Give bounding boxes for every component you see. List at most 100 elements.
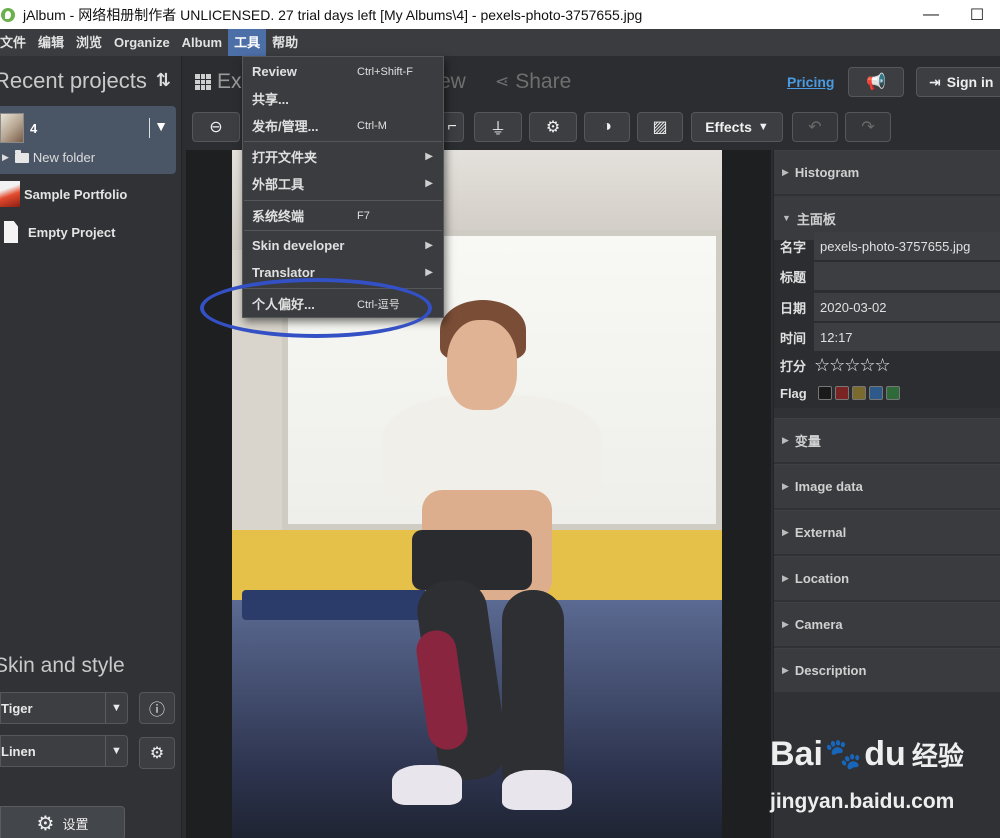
menu-item-label: Skin developer [252, 238, 345, 253]
menu-item-open-folder[interactable]: 打开文件夹 ▶ [243, 143, 443, 170]
menu-file[interactable]: 文件 [0, 29, 32, 56]
gear-icon: ⚙ [149, 745, 165, 762]
tab-explore[interactable]: Ex [195, 70, 242, 94]
field-name: 名字 pexels-photo-3757655.jpg [774, 231, 1000, 261]
menu-tools[interactable]: 工具 [228, 29, 267, 56]
section-label: Description [794, 663, 867, 678]
date-field[interactable]: 2020-03-02 [814, 293, 1000, 321]
section-camera[interactable]: ▶ Camera [774, 602, 1000, 646]
adjust-button[interactable]: ⚙ [529, 112, 577, 142]
flag-swatch[interactable] [852, 386, 866, 400]
chevron-down-icon[interactable]: ▼ [154, 118, 168, 134]
sort-arrows-icon[interactable]: ⇅ [156, 70, 171, 91]
image-icon: ▨ [652, 119, 668, 136]
menu-item-shortcut: Ctrl-逗号 [357, 298, 400, 311]
field-date: 日期 2020-03-02 [774, 292, 1000, 322]
menu-item-shortcut: Ctrl+Shift-F [357, 65, 413, 78]
tools-menu: Review Ctrl+Shift-F 共享... 发布/管理... Ctrl-… [242, 56, 444, 318]
straighten-button[interactable]: ⏚ [474, 112, 522, 142]
menu-browse[interactable]: 浏览 [70, 29, 108, 56]
pricing-link[interactable]: Pricing [787, 74, 834, 90]
menu-item-label: 系统终端 [252, 209, 305, 224]
style-value: Linen [1, 743, 36, 759]
expand-arrow-icon: ▶ [782, 619, 789, 629]
style-select[interactable]: Linen ▼ [0, 735, 128, 767]
minimize-button[interactable]: — [908, 6, 954, 24]
menu-item-publish-manage[interactable]: 发布/管理... Ctrl-M [243, 112, 443, 139]
expand-arrow-icon[interactable]: ▶ [2, 152, 9, 163]
flag-swatch[interactable] [869, 386, 883, 400]
selected-project[interactable]: 4 ▼ ▶ New folder [0, 106, 176, 174]
minus-circle-icon: ⊖ [209, 119, 223, 136]
section-histogram[interactable]: ▶ Histogram [774, 150, 1000, 194]
jalbum-logo-icon [1, 7, 15, 22]
left-panel: Recent projects ⇅ 4 ▼ ▶ New folder Sampl… [0, 56, 182, 838]
menu-edit[interactable]: 编辑 [32, 29, 70, 56]
menu-item-skin-developer[interactable]: Skin developer ▶ [243, 232, 443, 259]
sign-in-label: Sign in [946, 74, 994, 90]
remove-button[interactable]: ⊖ [192, 112, 240, 142]
tab-share[interactable]: ⋖ Share [495, 70, 571, 94]
section-location[interactable]: ▶ Location [774, 556, 1000, 600]
tab-share-label: Share [515, 70, 572, 93]
chevron-down-icon[interactable]: ▼ [105, 693, 127, 723]
undo-button[interactable]: ↶ [792, 112, 838, 142]
announcements-button[interactable]: 📢 [848, 67, 904, 97]
tab-explore-label: Ex [217, 70, 242, 93]
time-field[interactable]: 12:17 [814, 323, 1000, 351]
effects-button[interactable]: Effects ▼ [691, 112, 783, 142]
grid-icon [195, 74, 211, 90]
section-main-panel: ▼ 主面板 名字 pexels-photo-3757655.jpg 标题 日期 … [774, 196, 1000, 408]
image-button[interactable]: ▨ [637, 112, 683, 142]
flag-swatch[interactable] [835, 386, 849, 400]
window-controls: — ☐ [908, 0, 1000, 29]
menu-item-label: Translator [252, 265, 315, 280]
section-label: 变量 [794, 434, 821, 449]
project-item-empty-project[interactable]: Empty Project [4, 218, 115, 246]
chevron-down-icon[interactable]: ▼ [105, 736, 127, 766]
submenu-arrow-icon: ▶ [425, 240, 433, 251]
menu-album[interactable]: Album [176, 29, 228, 56]
section-image-data[interactable]: ▶ Image data [774, 464, 1000, 508]
document-icon [4, 221, 18, 243]
menu-item-translator[interactable]: Translator ▶ [243, 259, 443, 286]
settings-button[interactable]: ⚙ 设置 [0, 806, 125, 838]
menu-organize[interactable]: Organize [108, 29, 176, 56]
menu-item-preferences[interactable]: 个人偏好... Ctrl-逗号 [243, 290, 443, 317]
divider [149, 118, 150, 138]
menu-item-external-tools[interactable]: 外部工具 ▶ [243, 170, 443, 197]
skin-select[interactable]: Tiger ▼ [0, 692, 128, 724]
project-folder[interactable]: ▶ New folder [2, 149, 95, 165]
window-title: jAlbum - 网络相册制作者 UNLICENSED. 27 trial da… [23, 6, 643, 23]
project-thumbnail [0, 181, 20, 207]
flag-swatch[interactable] [818, 386, 832, 400]
section-label: 主面板 [796, 211, 836, 227]
menu-help[interactable]: 帮助 [266, 29, 304, 56]
watermark-url: jingyan.baidu.com [770, 790, 955, 813]
project-label: Sample Portfolio [24, 186, 128, 202]
flag-swatch[interactable] [886, 386, 900, 400]
sign-in-icon: ⇥ [929, 73, 941, 90]
maximize-button[interactable]: ☐ [954, 5, 1000, 25]
section-variables[interactable]: ▶ 变量 [774, 418, 1000, 462]
menu-item-review[interactable]: Review Ctrl+Shift-F [243, 58, 443, 85]
project-item-sample-portfolio[interactable]: Sample Portfolio [0, 180, 127, 208]
name-field[interactable]: pexels-photo-3757655.jpg [814, 232, 1000, 260]
settings-label: 设置 [62, 816, 89, 832]
sign-in-button[interactable]: ⇥ Sign in [916, 67, 1000, 97]
title-field[interactable] [814, 262, 1000, 290]
folder-icon [14, 149, 29, 163]
menu-item-share[interactable]: 共享... [243, 85, 443, 112]
skin-info-button[interactable]: ⓘ [139, 692, 175, 724]
rating-stars[interactable]: ☆☆☆☆☆ [814, 355, 891, 376]
style-settings-button[interactable]: ⚙ [139, 737, 175, 769]
project-label: Empty Project [28, 224, 116, 240]
section-external[interactable]: ▶ External [774, 510, 1000, 554]
section-description[interactable]: ▶ Description [774, 648, 1000, 692]
menu-item-system-terminal[interactable]: 系统终端 F7 [243, 202, 443, 229]
expand-arrow-icon: ▶ [782, 527, 789, 537]
contrast-button[interactable]: ◑ [584, 112, 630, 142]
project-thumbnail [0, 113, 24, 143]
flag-colors [818, 386, 900, 400]
redo-button[interactable]: ↷ [845, 112, 891, 142]
